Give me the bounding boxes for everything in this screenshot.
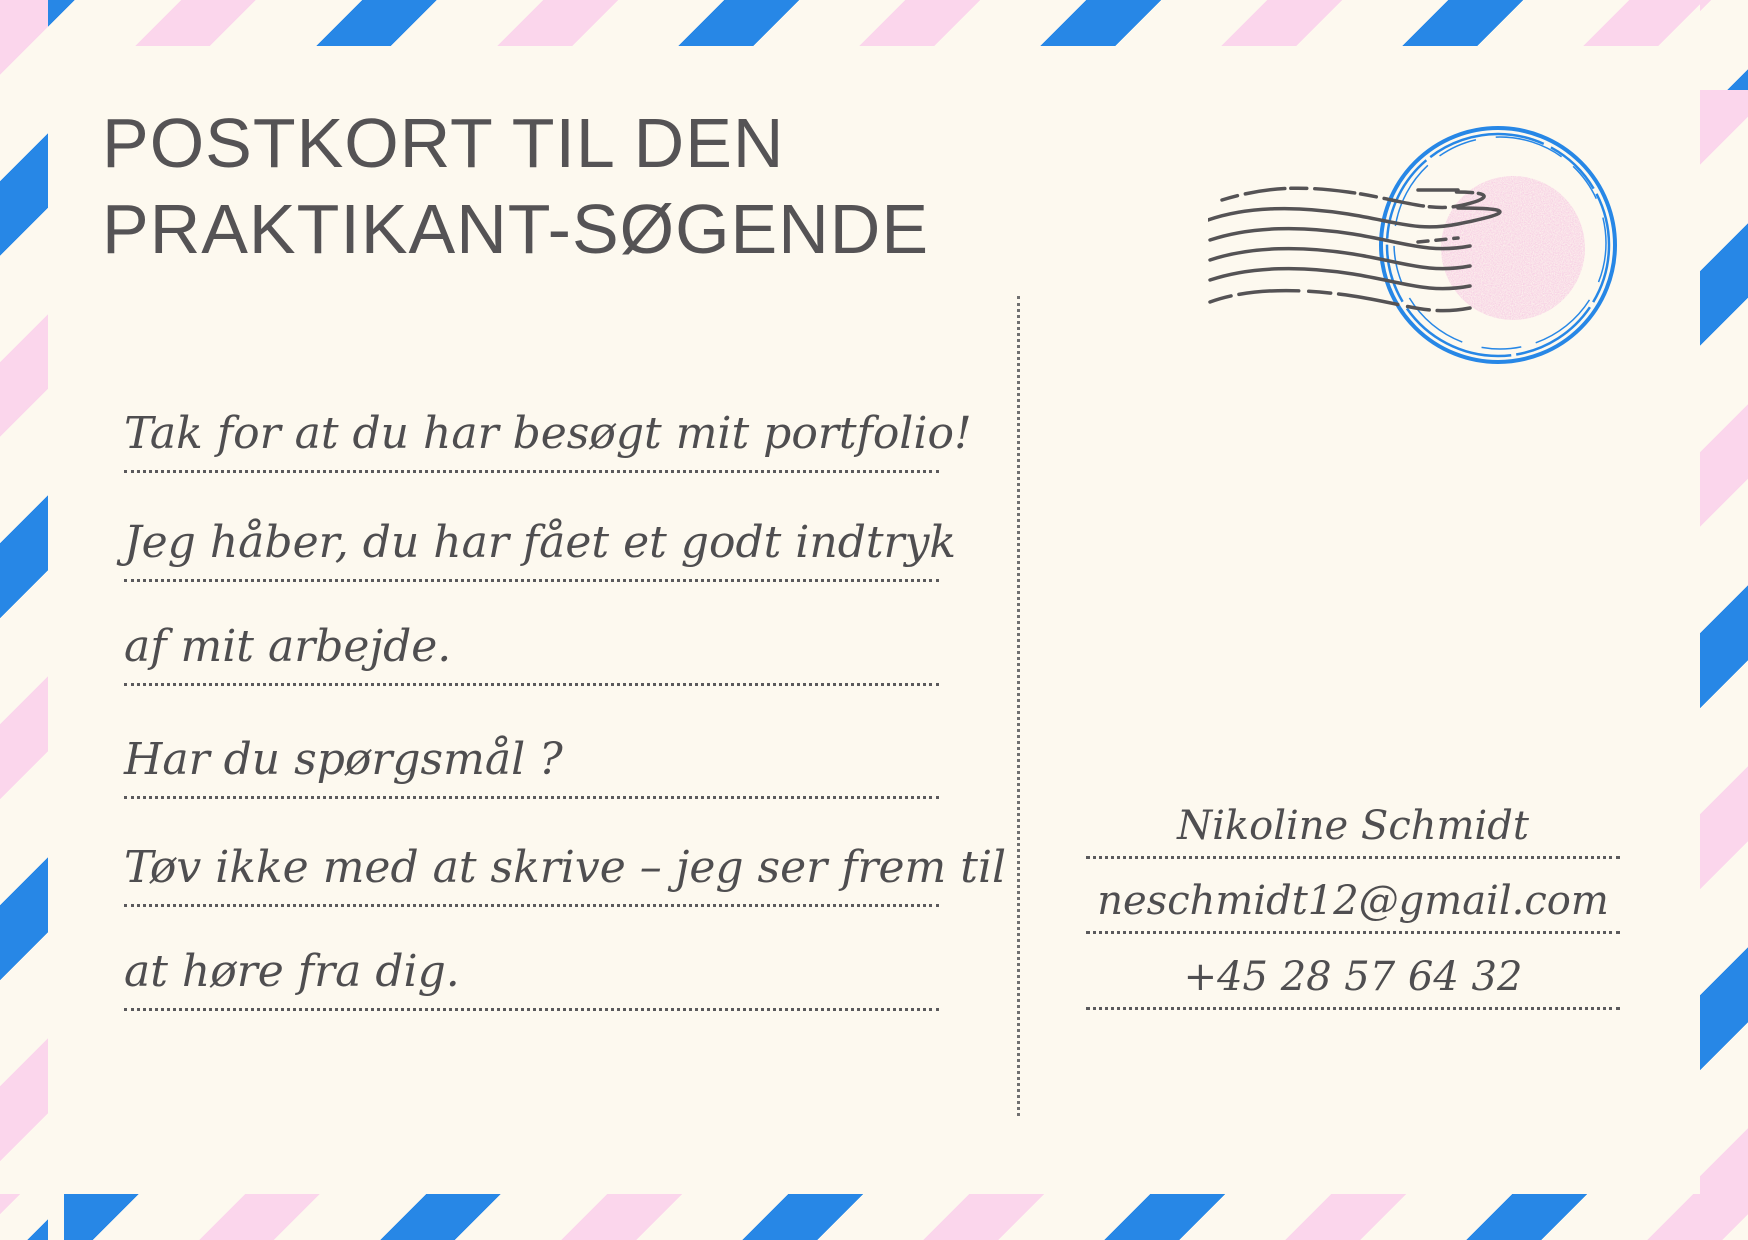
message-line-2: Jeg håber, du har fået et godt indtryk: [124, 507, 956, 582]
title-line-1: POSTKORT TIL DEN: [102, 104, 785, 182]
sender-name: Nikoline Schmidt: [1086, 796, 1620, 859]
postmark-stamp-icon: [1208, 126, 1617, 364]
sender-email: neschmidt12@gmail.com: [1086, 871, 1620, 934]
sender-phone: +45 28 57 64 32: [1086, 947, 1620, 1010]
airmail-border-left: [0, 0, 48, 1240]
message-line-5: Tøv ikke med at skrive – jeg ser frem ti…: [124, 832, 1006, 907]
center-divider: [1017, 296, 1020, 1116]
airmail-border-bottom: [0, 1194, 1748, 1240]
title-line-2: PRAKTIKANT-SØGENDE: [102, 190, 930, 268]
airmail-border-right: [1700, 0, 1748, 1240]
postcard-title: POSTKORT TIL DEN PRAKTIKANT-SØGENDE: [102, 100, 1002, 272]
postcard: POSTKORT TIL DEN PRAKTIKANT-SØGENDE Tak …: [0, 0, 1748, 1240]
message-line-6: at høre fra dig.: [124, 936, 939, 1011]
message-line-3: af mit arbejde.: [124, 611, 939, 686]
airmail-border-top: [0, 0, 1748, 46]
message-line-4: Har du spørgsmål ?: [124, 724, 939, 799]
message-line-1: Tak for at du har besøgt mit portfolio!: [124, 398, 972, 473]
